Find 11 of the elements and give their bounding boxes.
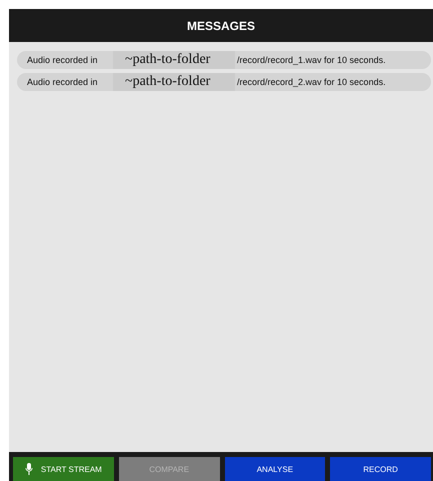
start-stream-button[interactable]: START STREAM xyxy=(13,457,114,481)
action-button[interactable]: ANALYSE xyxy=(224,457,326,481)
folder-path: ~path-to-folder xyxy=(113,73,235,91)
message-text: Audio recorded in xyxy=(27,55,99,65)
message-text: /record/record_2.wav for 10 seconds. xyxy=(237,77,386,87)
header-title: MESSAGES xyxy=(9,9,433,42)
microphone-icon xyxy=(24,463,33,475)
folder-path: ~path-to-folder xyxy=(113,51,235,69)
message-text: /record/record_1.wav for 10 seconds. xyxy=(237,55,386,65)
action-button[interactable]: RECORD xyxy=(330,457,431,481)
message-text: Audio recorded in xyxy=(27,77,99,87)
